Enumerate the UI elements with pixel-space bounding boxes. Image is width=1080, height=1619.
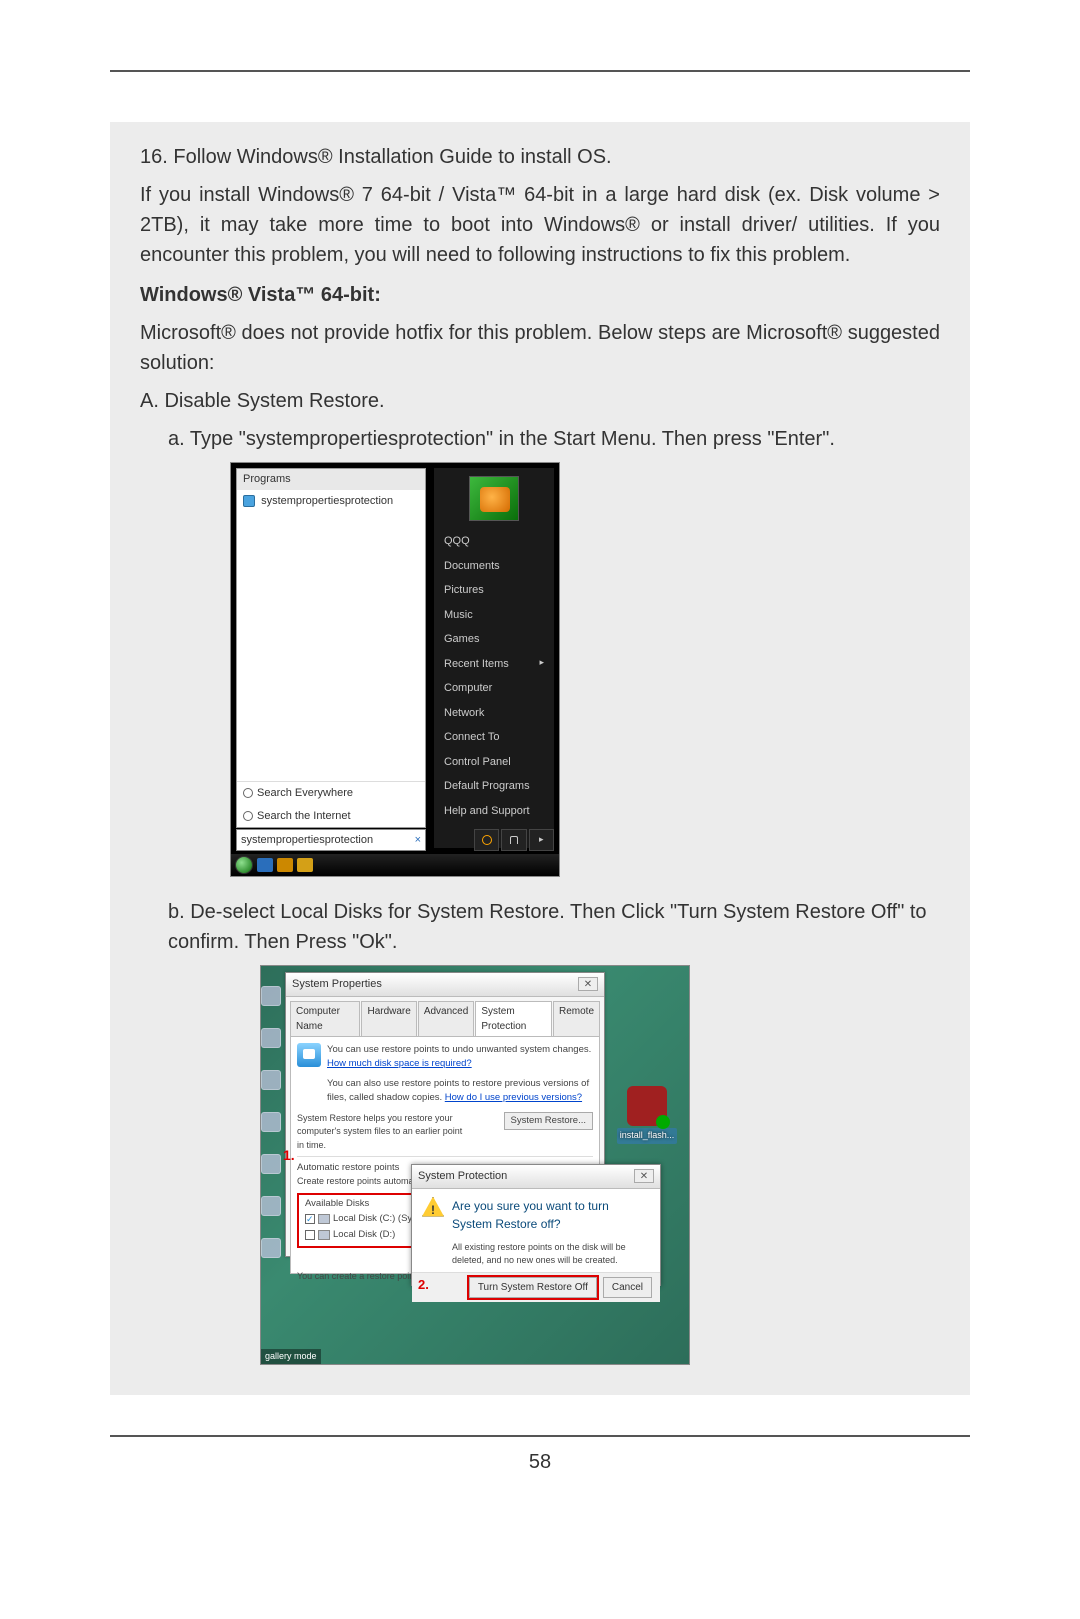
search-icon — [243, 788, 253, 798]
tab-computer-name[interactable]: Computer Name — [290, 1001, 360, 1036]
start-menu-right-pane: QQQ Documents Pictures Music Games Recen… — [434, 468, 554, 848]
cancel-button[interactable]: Cancel — [603, 1277, 652, 1298]
menu-default-programs[interactable]: Default Programs — [434, 774, 554, 799]
step-a-sub-b: b. De-select Local Disks for System Rest… — [168, 897, 940, 957]
shortcut-label: install_flash... — [617, 1128, 677, 1144]
gallery-mode-label: gallery mode — [261, 1349, 321, 1365]
tab-system-protection[interactable]: System Protection — [475, 1001, 552, 1036]
tab-remote[interactable]: Remote — [553, 1001, 600, 1036]
user-avatar — [469, 476, 519, 521]
note-paragraph: If you install Windows® 7 64-bit / Vista… — [140, 180, 940, 270]
lock-icon — [510, 836, 518, 844]
window-title: System Properties — [292, 976, 382, 993]
menu-control-panel[interactable]: Control Panel — [434, 750, 554, 775]
shortcut-icon — [627, 1086, 667, 1126]
programs-header: Programs — [237, 469, 425, 490]
step-a-sub-a: a. Type "systempropertiesprotection" in … — [168, 424, 940, 454]
menu-documents[interactable]: Documents — [434, 554, 554, 579]
search-internet-label: Search the Internet — [257, 808, 351, 825]
sidebar-icon[interactable] — [261, 1028, 281, 1048]
top-rule — [110, 70, 970, 72]
info-text: You can use restore points to undo unwan… — [327, 1043, 593, 1106]
turn-restore-off-button[interactable]: Turn System Restore Off — [469, 1277, 597, 1298]
content-box: 16. Follow Windows® Installation Guide t… — [110, 122, 970, 1395]
tab-advanced[interactable]: Advanced — [418, 1001, 474, 1036]
window-titlebar: System Properties ✕ — [286, 973, 604, 997]
taskbar-icon[interactable] — [297, 858, 313, 872]
menu-games[interactable]: Games — [434, 627, 554, 652]
menu-pictures[interactable]: Pictures — [434, 578, 554, 603]
program-icon — [243, 495, 255, 507]
user-name-label: QQQ — [434, 529, 554, 554]
callout-1: 1. — [283, 1145, 295, 1166]
desktop-shortcut[interactable]: install_flash... — [617, 1086, 677, 1144]
chevron-right-icon: ▸ — [539, 833, 544, 847]
start-menu-search-input[interactable]: systempropertiesprotection × — [236, 829, 426, 851]
sidebar-icon[interactable] — [261, 1238, 281, 1258]
start-menu-screenshot: Programs systempropertiesprotection Sear… — [230, 462, 560, 877]
confirm-dialog: System Protection ✕ Are you sure you wan… — [411, 1164, 661, 1286]
system-restore-button[interactable]: System Restore... — [504, 1112, 594, 1130]
power-menu-button[interactable]: ▸ — [529, 829, 554, 851]
tab-hardware[interactable]: Hardware — [361, 1001, 416, 1036]
vista-title: Windows® Vista™ 64-bit: — [140, 280, 940, 310]
step-a-text: A. Disable System Restore. — [140, 386, 940, 416]
start-menu-left-pane: Programs systempropertiesprotection Sear… — [236, 468, 426, 828]
disk-space-link[interactable]: How much disk space is required? — [327, 1058, 472, 1069]
taskbar — [231, 854, 559, 876]
restore-icon — [297, 1043, 321, 1067]
confirm-sub-text: All existing restore points on the disk … — [412, 1241, 660, 1272]
col-header-disks: Available Disks — [305, 1197, 369, 1211]
page-number: 58 — [110, 1451, 970, 1474]
search-everywhere-link[interactable]: Search Everywhere — [237, 782, 425, 805]
drive-icon — [318, 1214, 330, 1224]
confirm-titlebar: System Protection ✕ — [412, 1165, 660, 1189]
menu-recent-items[interactable]: Recent Items — [434, 652, 554, 677]
power-button[interactable] — [474, 829, 499, 851]
menu-music[interactable]: Music — [434, 603, 554, 628]
warning-icon — [422, 1197, 444, 1217]
menu-network[interactable]: Network — [434, 701, 554, 726]
taskbar-icon[interactable] — [257, 858, 273, 872]
power-icon — [482, 835, 492, 845]
menu-help-support[interactable]: Help and Support — [434, 799, 554, 824]
search-everywhere-label: Search Everywhere — [257, 785, 353, 802]
confirm-main-text: Are you sure you want to turn System Res… — [452, 1197, 650, 1233]
sidebar-icon[interactable] — [261, 986, 281, 1006]
sidebar-icons — [261, 986, 283, 1258]
callout-2: 2. — [418, 1275, 429, 1295]
sidebar-icon[interactable] — [261, 1112, 281, 1132]
tab-bar: Computer Name Hardware Advanced System P… — [286, 997, 604, 1036]
close-button[interactable]: ✕ — [578, 977, 598, 991]
taskbar-icon[interactable] — [277, 858, 293, 872]
search-icon — [243, 811, 253, 821]
lock-button[interactable] — [501, 829, 526, 851]
disk-checkbox-unchecked[interactable] — [305, 1230, 315, 1240]
program-item-label: systempropertiesprotection — [261, 495, 393, 507]
menu-connect-to[interactable]: Connect To — [434, 725, 554, 750]
prev-versions-link[interactable]: How do I use previous versions? — [445, 1092, 582, 1103]
vista-para: Microsoft® does not provide hotfix for t… — [140, 318, 940, 378]
clear-search-icon[interactable]: × — [415, 832, 421, 849]
sidebar-icon[interactable] — [261, 1196, 281, 1216]
sidebar-icon[interactable] — [261, 1070, 281, 1090]
search-input-value: systempropertiesprotection — [241, 832, 373, 849]
system-properties-screenshot: install_flash... System Properties ✕ Com… — [260, 965, 690, 1365]
restore-msg: System Restore helps you restore your co… — [297, 1112, 467, 1153]
menu-computer[interactable]: Computer — [434, 676, 554, 701]
search-internet-link[interactable]: Search the Internet — [237, 805, 425, 828]
program-item[interactable]: systempropertiesprotection — [237, 490, 425, 513]
close-button[interactable]: ✕ — [634, 1169, 654, 1183]
sidebar-icon[interactable] — [261, 1154, 281, 1174]
confirm-title: System Protection — [418, 1168, 507, 1185]
step-16-text: 16. Follow Windows® Installation Guide t… — [140, 142, 940, 172]
disk-name: Local Disk (D:) — [333, 1228, 395, 1242]
start-orb-icon[interactable] — [235, 856, 253, 874]
disk-checkbox-checked[interactable] — [305, 1214, 315, 1224]
drive-icon — [318, 1230, 330, 1240]
bottom-rule — [110, 1435, 970, 1437]
